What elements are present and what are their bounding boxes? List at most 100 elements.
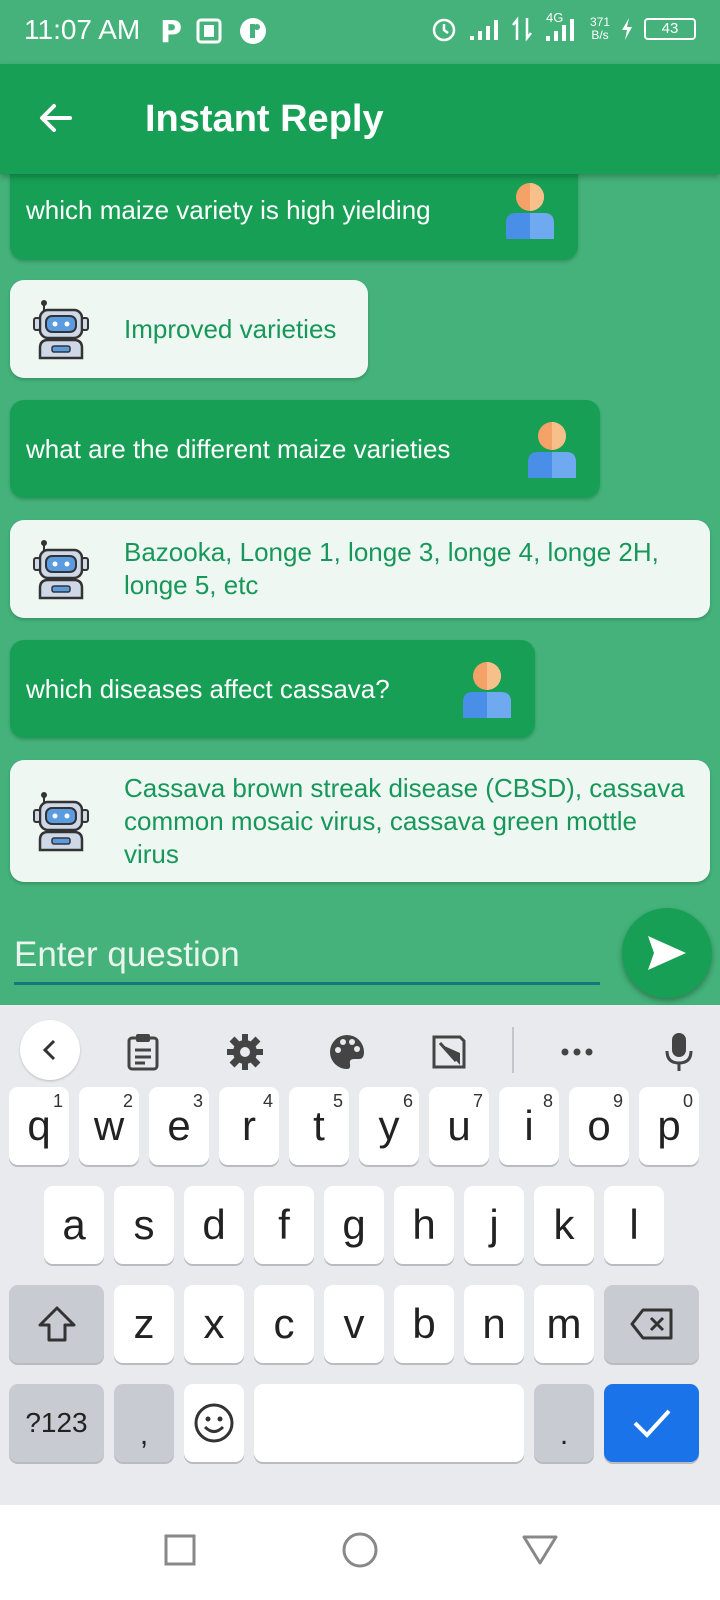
resize-icon	[432, 1035, 466, 1069]
settings-icon	[227, 1034, 263, 1070]
message-text: Cassava brown streak disease (CBSD), cas…	[124, 772, 685, 869]
key-v[interactable]: v	[324, 1285, 384, 1363]
space-key[interactable]	[254, 1384, 524, 1462]
signal-icon-2: 4G	[542, 10, 580, 44]
circle-icon	[342, 1532, 378, 1568]
send-button[interactable]	[622, 908, 712, 998]
app-bar: Instant Reply	[0, 64, 720, 174]
symbols-key[interactable]: ?123	[9, 1384, 104, 1462]
square-icon	[164, 1534, 196, 1566]
parking-app-icon: P	[160, 16, 182, 46]
period-key[interactable]: .	[534, 1384, 594, 1462]
key-z[interactable]: z	[114, 1285, 174, 1363]
message-text: Bazooka, Longe 1, longe 3, longe 4, long…	[124, 537, 659, 600]
key-s[interactable]: s	[114, 1186, 174, 1264]
palette-icon	[330, 1035, 364, 1069]
system-icons: 4G 371 B/s 43	[430, 10, 696, 44]
resize-button[interactable]	[424, 1027, 474, 1077]
key-h[interactable]: h	[394, 1186, 454, 1264]
clipboard-button[interactable]	[118, 1027, 168, 1077]
network-speed: 371 B/s	[589, 15, 610, 42]
key-x[interactable]: x	[184, 1285, 244, 1363]
key-w[interactable]: w2	[79, 1087, 139, 1165]
message-text: which diseases affect cassava?	[26, 673, 390, 704]
status-bar: 11:07 AM P 4G 371 B/s 43	[0, 0, 720, 64]
key-g[interactable]: g	[324, 1186, 384, 1264]
key-i[interactable]: i8	[499, 1087, 559, 1165]
key-o[interactable]: o9	[569, 1087, 629, 1165]
key-l[interactable]: l	[604, 1186, 664, 1264]
keyboard-settings-button[interactable]	[220, 1027, 270, 1077]
home-button[interactable]	[335, 1525, 385, 1575]
back-nav-button[interactable]	[515, 1525, 565, 1575]
chevron-left-icon	[42, 1039, 56, 1061]
shift-key[interactable]	[9, 1285, 104, 1363]
question-composer: Enter question	[0, 905, 720, 1005]
key-j[interactable]: j	[464, 1186, 524, 1264]
notification-icons: P	[160, 16, 268, 46]
chat-list[interactable]: which maize variety is high yielding Imp…	[0, 174, 720, 1000]
microphone-icon	[665, 1033, 693, 1071]
user-avatar-icon	[506, 183, 554, 239]
key-t[interactable]: t5	[289, 1087, 349, 1165]
key-a[interactable]: a	[44, 1186, 104, 1264]
key-b[interactable]: b	[394, 1285, 454, 1363]
app-notification-icon	[240, 18, 266, 44]
user-message: which diseases affect cassava?	[10, 640, 535, 738]
emoji-icon	[194, 1403, 234, 1443]
robot-avatar-icon	[33, 540, 89, 600]
voice-input-button[interactable]	[654, 1027, 704, 1077]
keyboard-toolbar	[0, 1005, 720, 1095]
toolbar-divider	[512, 1027, 514, 1073]
more-icon	[561, 1048, 593, 1056]
shift-icon	[38, 1306, 75, 1342]
user-avatar-icon	[463, 662, 511, 718]
triangle-back-icon	[522, 1535, 558, 1565]
charging-icon	[622, 18, 632, 40]
user-avatar-icon	[528, 422, 576, 478]
bot-message: Bazooka, Longe 1, longe 3, longe 4, long…	[10, 520, 710, 618]
checkmark-icon	[633, 1409, 670, 1438]
comma-key[interactable]: ,	[114, 1384, 174, 1462]
signal-icon-1	[469, 20, 498, 40]
theme-button[interactable]	[322, 1027, 372, 1077]
svg-text:P: P	[160, 16, 182, 46]
alarm-icon	[432, 18, 456, 42]
key-r[interactable]: r4	[219, 1087, 279, 1165]
publisher-app-icon	[196, 18, 222, 44]
key-d[interactable]: d	[184, 1186, 244, 1264]
key-n[interactable]: n	[464, 1285, 524, 1363]
user-message: what are the different maize varieties	[10, 400, 600, 498]
key-e[interactable]: e3	[149, 1087, 209, 1165]
key-k[interactable]: k	[534, 1186, 594, 1264]
enter-key[interactable]	[604, 1384, 699, 1462]
robot-avatar-icon	[33, 300, 89, 360]
recents-button[interactable]	[155, 1525, 205, 1575]
back-button[interactable]	[36, 98, 76, 138]
key-m[interactable]: m	[534, 1285, 594, 1363]
user-message: which maize variety is high yielding	[10, 174, 578, 260]
key-y[interactable]: y6	[359, 1087, 419, 1165]
data-transfer-icon	[511, 16, 532, 42]
robot-avatar-icon	[33, 792, 89, 852]
backspace-key[interactable]	[604, 1285, 699, 1363]
question-input[interactable]: Enter question	[14, 925, 600, 985]
emoji-key[interactable]	[184, 1384, 244, 1462]
navigation-bar	[0, 1505, 720, 1600]
status-time: 11:07 AM	[24, 14, 141, 45]
page-title: Instant Reply	[145, 98, 384, 140]
keyboard-collapse-button[interactable]	[20, 1020, 80, 1080]
more-button[interactable]	[552, 1027, 602, 1077]
backspace-icon	[630, 1308, 672, 1340]
clipboard-icon	[127, 1034, 159, 1071]
key-f[interactable]: f	[254, 1186, 314, 1264]
battery-indicator: 43	[644, 18, 696, 40]
question-placeholder: Enter question	[14, 935, 240, 974]
key-c[interactable]: c	[254, 1285, 314, 1363]
key-u[interactable]: u7	[429, 1087, 489, 1165]
key-p[interactable]: p0	[639, 1087, 699, 1165]
message-text: Improved varieties	[124, 313, 337, 344]
key-q[interactable]: q1	[9, 1087, 69, 1165]
message-text: which maize variety is high yielding	[26, 194, 431, 225]
arrow-left-icon	[40, 104, 72, 132]
